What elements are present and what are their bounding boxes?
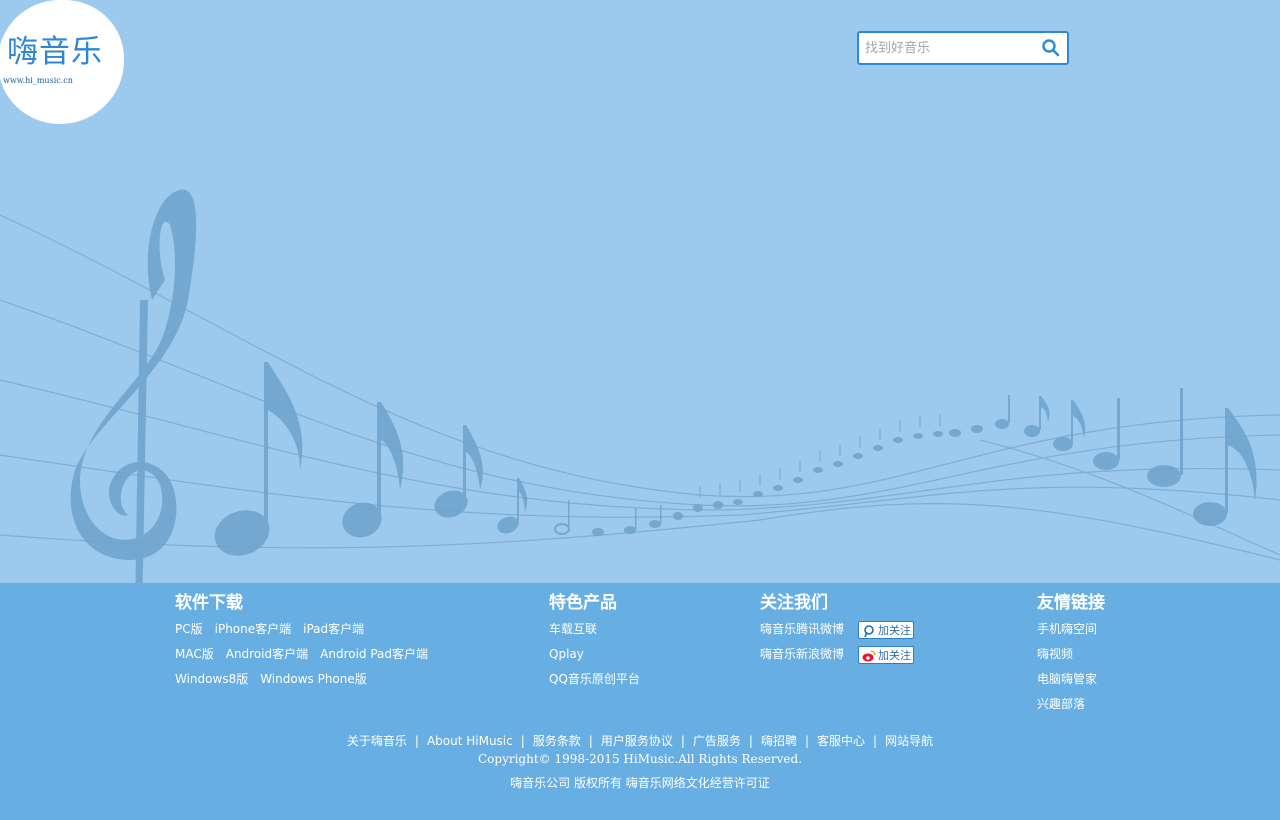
- tencent-weibo-icon: [864, 624, 874, 637]
- copyright-text: Copyright© 1998-2015 HiMusic.All Rights …: [477, 752, 803, 766]
- link-about[interactable]: 关于嗨音乐: [347, 734, 407, 748]
- link-pc[interactable]: PC版: [175, 622, 203, 636]
- link-android-pad[interactable]: Android Pad客户端: [320, 647, 428, 661]
- separator: |: [680, 734, 685, 748]
- follow-us-title: 关注我们: [760, 593, 828, 613]
- follow-us-section: 关注我们 嗨音乐腾讯微博 加关注 嗨音乐新浪微博 加关注: [760, 593, 915, 669]
- link-ipad[interactable]: iPad客户端: [303, 622, 364, 636]
- link-windows-phone[interactable]: Windows Phone版: [260, 672, 367, 686]
- link-sitemap[interactable]: 网站导航: [885, 734, 933, 748]
- search-box: [857, 31, 1069, 65]
- link-car-connect[interactable]: 车载互联: [549, 622, 597, 636]
- link-sina-weibo[interactable]: 嗨音乐新浪微博: [760, 647, 844, 661]
- link-jobs[interactable]: 嗨招聘: [761, 734, 797, 748]
- link-pc-manager[interactable]: 电脑嗨管家: [1037, 672, 1097, 686]
- link-terms[interactable]: 服务条款: [533, 734, 581, 748]
- link-interest-tribe[interactable]: 兴趣部落: [1037, 697, 1085, 711]
- link-tencent-weibo[interactable]: 嗨音乐腾讯微博: [760, 622, 844, 636]
- link-video[interactable]: 嗨视频: [1037, 647, 1073, 661]
- sina-weibo-icon: [862, 649, 876, 661]
- software-download-title: 软件下载: [175, 593, 243, 613]
- follow-sina-label: 加关注: [878, 648, 912, 662]
- link-mobile-space[interactable]: 手机嗨空间: [1037, 622, 1097, 636]
- follow-tencent-button[interactable]: 加关注: [858, 620, 915, 639]
- link-windows8[interactable]: Windows8版: [175, 672, 248, 686]
- bottom-nav: 关于嗨音乐 | About HiMusic | 服务条款 | 用户服务协议 | 广告服务 | 嗨招聘…: [0, 732, 1280, 749]
- friend-links-title: 友情链接: [1037, 593, 1105, 613]
- separator: |: [588, 734, 593, 748]
- link-mac[interactable]: MAC版: [175, 647, 214, 661]
- separator: |: [804, 734, 810, 748]
- friend-links-section: 友情链接 手机嗨空间 嗨视频 电脑嗨管家 兴趣部落: [1037, 593, 1109, 719]
- software-download-section: 软件下载 PC版 iPhone客户端 iPad客户端 MAC版 Android客户端 A…: [175, 593, 440, 694]
- footer: 软件下载 PC版 iPhone客户端 iPad客户端 MAC版 Android客户端 A…: [0, 583, 1280, 820]
- separator: |: [414, 734, 419, 748]
- link-user-agreement[interactable]: 用户服务协议: [601, 734, 673, 748]
- logo-url: www.hi_music.cn: [3, 76, 73, 85]
- featured-products-section: 特色产品 车载互联 Qplay QQ音乐原创平台: [549, 593, 652, 694]
- logo-text: 嗨音乐: [7, 34, 103, 70]
- separator: |: [748, 734, 753, 748]
- separator: |: [873, 734, 878, 748]
- follow-tencent-label: 加关注: [878, 623, 912, 637]
- link-ad-services[interactable]: 广告服务: [693, 734, 741, 748]
- link-about-en[interactable]: About HiMusic: [427, 734, 513, 748]
- separator: |: [520, 734, 525, 748]
- link-qplay[interactable]: Qplay: [549, 647, 584, 661]
- search-input[interactable]: [865, 38, 1025, 58]
- featured-products-title: 特色产品: [549, 593, 617, 613]
- license-text: 嗨音乐公司 版权所有 嗨音乐网络文化经营许可证: [510, 776, 770, 790]
- link-support[interactable]: 客服中心: [817, 734, 865, 748]
- link-original-platform[interactable]: QQ音乐原创平台: [549, 672, 640, 686]
- link-iphone[interactable]: iPhone客户端: [215, 622, 292, 636]
- search-icon[interactable]: [1041, 38, 1061, 58]
- link-android[interactable]: Android客户端: [226, 647, 308, 661]
- follow-sina-button[interactable]: 加关注: [858, 645, 915, 664]
